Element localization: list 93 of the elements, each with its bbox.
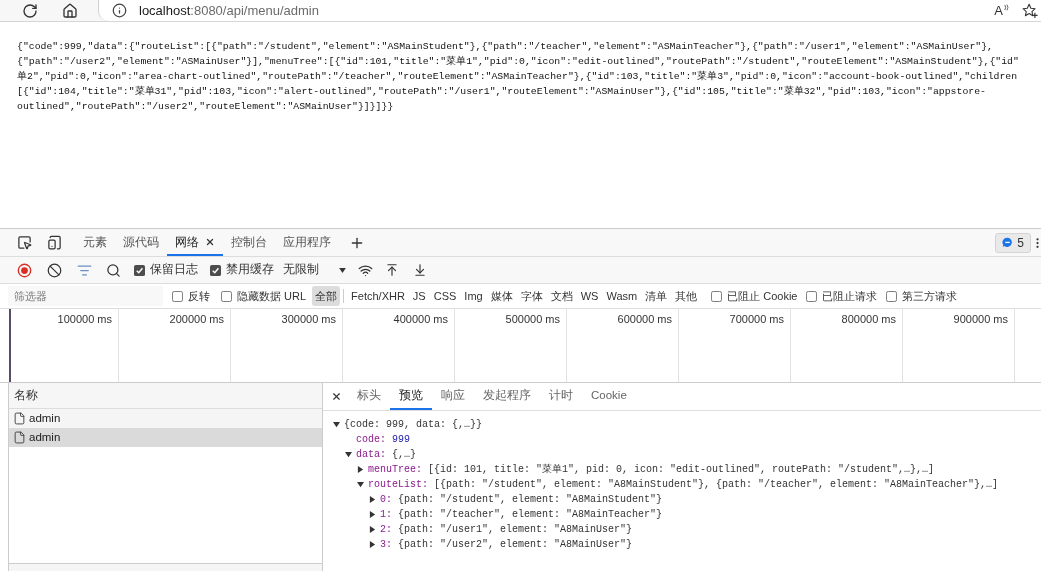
json-tree-line: 3: {path: "/user2", element: "A8MainUser"} bbox=[380, 538, 633, 552]
timeline-tick-label: 100000 ms bbox=[57, 313, 112, 326]
url-text: localhost:8080/api/menu/admin bbox=[139, 1, 319, 20]
inspect-icon[interactable] bbox=[17, 235, 32, 250]
detail-tab[interactable]: Cookie bbox=[582, 383, 636, 410]
wifi-icon[interactable] bbox=[358, 262, 373, 278]
request-row[interactable]: admin bbox=[9, 409, 322, 428]
message-icon bbox=[1002, 237, 1014, 248]
download-icon[interactable] bbox=[413, 263, 427, 277]
search-icon[interactable] bbox=[106, 262, 121, 278]
checkbox-label[interactable]: 已阻止请求 bbox=[822, 287, 878, 305]
file-icon bbox=[13, 412, 26, 425]
clear-icon[interactable] bbox=[47, 262, 62, 278]
checkbox[interactable] bbox=[886, 290, 898, 302]
disclosure-triangle-icon[interactable] bbox=[357, 466, 364, 473]
sound-waves-icon bbox=[1004, 3, 1009, 11]
disclosure-triangle-icon[interactable] bbox=[333, 421, 340, 428]
throttling-select[interactable]: 无限制 bbox=[283, 261, 346, 279]
raw-json-response: {"code":999,"data":{"routeList":[{"path":"/student","element":"ASMainStudent"},{"path":"/teacher","element":"ASMainTeacher"},{"path":"/user1","element":"ASMainUser"}, {"path":"/user2","element":"ASMainUser"}],"menuTree":[{"id":101,"title":"菜单1","pid":0,"icon":"edit-outlined","routePath":"/student","routeElement":"ASMainStudent"},{"id" 单2","pid":0,"icon":"area-chart-outlined","routePath":"/teacher","routeElement":"ASMainTeacher"},{"id":103,"title":"菜单3","pid":0,"icon":"account-book-outlined","children [{"id":104,"title":"菜单31","pid":103,"icon":"alert-outlined","routePath":"/user1","routeElement":"ASMainUser"},{"id":105,"title":"菜单32","pid":103,"icon":"appstore- outlined","routePath":"/user2","routeElement":"ASMainUser"}]}]}} bbox=[17, 40, 1019, 114]
checkbox[interactable] bbox=[711, 290, 723, 302]
device-toolbar-icon[interactable] bbox=[47, 235, 62, 250]
json-tree-line: code: 999 bbox=[356, 433, 411, 447]
disclosure-triangle-icon[interactable] bbox=[369, 526, 376, 533]
checkbox-label[interactable]: 隐藏数据 URL bbox=[237, 287, 307, 305]
checkbox-label[interactable]: 反转 bbox=[188, 287, 210, 305]
detail-tab[interactable]: 预览 bbox=[390, 383, 432, 410]
read-aloud-button[interactable]: A bbox=[994, 3, 1009, 18]
checkbox[interactable] bbox=[172, 290, 183, 302]
filter-icon[interactable] bbox=[77, 262, 92, 278]
json-tree-line: {code: 999, data: {,…}} bbox=[344, 418, 483, 432]
resource-type-filter[interactable]: 媒体 bbox=[486, 285, 517, 307]
json-tree-line: data: {,…} bbox=[356, 448, 417, 462]
filter-input[interactable]: 筛选器 bbox=[8, 286, 163, 306]
disclosure-triangle-icon[interactable] bbox=[369, 511, 376, 518]
detail-tab[interactable]: 响应 bbox=[432, 383, 474, 410]
resource-type-filter[interactable]: 清单 bbox=[641, 285, 672, 307]
checkbox-label[interactable]: 已阻止 Cookie bbox=[727, 287, 798, 305]
favorite-star-icon[interactable] bbox=[1022, 2, 1038, 19]
record-icon[interactable] bbox=[17, 262, 32, 278]
json-tree-line: 1: {path: "/teacher", element: "A8MainTeacher"} bbox=[380, 508, 663, 522]
timeline-tick-label: 700000 ms bbox=[729, 313, 784, 326]
resource-type-filter[interactable]: Wasm bbox=[602, 285, 642, 307]
timeline-tick-label: 800000 ms bbox=[841, 313, 896, 326]
info-icon[interactable] bbox=[112, 3, 127, 18]
request-row[interactable]: admin bbox=[9, 428, 322, 447]
timeline-tick-label: 300000 ms bbox=[281, 313, 336, 326]
disclosure-triangle-icon[interactable] bbox=[345, 451, 352, 458]
checkbox[interactable] bbox=[210, 264, 221, 276]
home-icon[interactable] bbox=[62, 2, 78, 19]
issues-button[interactable]: 5 bbox=[995, 232, 1031, 253]
detail-tab[interactable]: 发起程序 bbox=[474, 383, 540, 410]
more-options-icon[interactable] bbox=[1036, 236, 1039, 249]
file-icon bbox=[13, 431, 26, 444]
resource-type-filter[interactable]: 字体 bbox=[516, 285, 547, 307]
checkbox-label[interactable]: 保留日志 bbox=[150, 261, 198, 279]
resource-type-filter[interactable]: Img bbox=[460, 285, 487, 307]
disclosure-triangle-icon[interactable] bbox=[369, 541, 376, 548]
timeline-tick-label: 400000 ms bbox=[393, 313, 448, 326]
json-tree-line: 2: {path: "/user1", element: "A8MainUser"} bbox=[380, 523, 633, 537]
close-tab-icon[interactable] bbox=[205, 236, 215, 247]
resource-type-filter[interactable]: 文档 bbox=[546, 285, 577, 307]
json-tree-line: menuTree: [{id: 101, title: "菜单1", pid: 0, icon: "edit-outlined", routePath: "/student",…},…] bbox=[368, 462, 935, 477]
json-tree-line: 0: {path: "/student", element: "A8MainStudent"} bbox=[380, 493, 663, 507]
timeline-tick-label: 900000 ms bbox=[953, 313, 1008, 326]
disclosure-triangle-icon[interactable] bbox=[369, 496, 376, 503]
address-bar[interactable]: localhost:8080/api/menu/admin A bbox=[98, 0, 1041, 21]
checkbox-label[interactable]: 禁用缓存 bbox=[226, 261, 274, 279]
detail-tab[interactable]: 标头 bbox=[348, 383, 390, 410]
devtools-tab[interactable]: 源代码 bbox=[115, 229, 167, 256]
resource-type-filter[interactable]: JS bbox=[408, 285, 430, 307]
devtools-tab[interactable]: 元素 bbox=[75, 229, 115, 256]
checkbox[interactable] bbox=[221, 290, 232, 302]
devtools-tab[interactable]: 控制台 bbox=[223, 229, 275, 256]
checkbox[interactable] bbox=[134, 264, 145, 276]
json-tree-line: routeList: [{path: "/student", element: "A8MainStudent"}, {path: "/teacher", element: "A8MainTeacher"},…] bbox=[368, 478, 999, 492]
timeline-tick-label: 200000 ms bbox=[169, 313, 224, 326]
close-icon[interactable] bbox=[331, 391, 342, 402]
timeline-tick-label: 500000 ms bbox=[505, 313, 560, 326]
timeline-tick-label: 600000 ms bbox=[617, 313, 672, 326]
checkbox-label[interactable]: 第三方请求 bbox=[902, 287, 958, 305]
upload-icon[interactable] bbox=[385, 263, 399, 277]
column-header[interactable]: 名称 bbox=[9, 383, 322, 409]
devtools-tab[interactable]: 应用程序 bbox=[275, 229, 339, 256]
resource-type-filter[interactable]: 其他 bbox=[671, 285, 702, 307]
reload-icon[interactable] bbox=[22, 2, 38, 19]
detail-tab[interactable]: 计时 bbox=[540, 383, 582, 410]
resource-type-filter[interactable]: Fetch/XHR bbox=[347, 285, 409, 307]
resource-type-filter[interactable]: WS bbox=[576, 285, 603, 307]
disclosure-triangle-icon[interactable] bbox=[357, 481, 364, 488]
checkbox[interactable] bbox=[806, 290, 818, 302]
caret-down-icon bbox=[339, 267, 346, 273]
resource-type-filter[interactable]: CSS bbox=[429, 285, 461, 307]
resource-type-filter[interactable]: 全部 bbox=[312, 285, 341, 307]
